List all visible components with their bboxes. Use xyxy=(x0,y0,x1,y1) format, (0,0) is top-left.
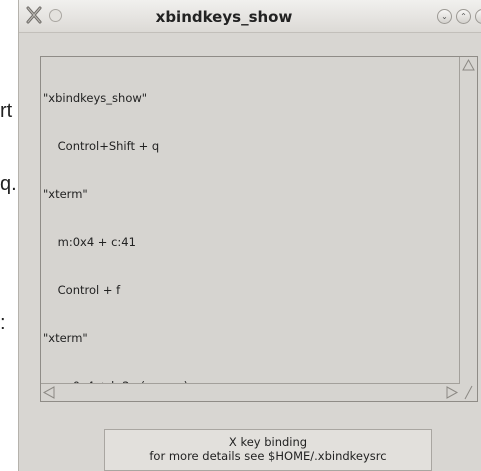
window-title: xbindkeys_show xyxy=(155,8,293,26)
binding-lines: "xbindkeys_show" Control+Shift + q "xter… xyxy=(43,58,188,426)
status-line-details: for more details see $HOME/.xbindkeysrc xyxy=(149,449,387,463)
background-text-fragment: q. xyxy=(0,173,17,195)
background-text-fragment: : xyxy=(0,312,6,334)
status-box: X key binding for more details see $HOME… xyxy=(104,429,432,471)
list-item[interactable]: "xbindkeys_show" xyxy=(43,90,188,106)
title-bar[interactable]: xbindkeys_show ⌄ ⌃ xyxy=(19,0,481,33)
list-item[interactable]: Control + f xyxy=(43,282,188,298)
resize-grip-icon[interactable] xyxy=(460,384,477,401)
scroll-up-arrow-icon[interactable] xyxy=(460,57,477,73)
list-item[interactable]: "xterm" xyxy=(43,330,188,346)
list-item[interactable]: m:0x4 + c:41 xyxy=(43,234,188,250)
status-line-title: X key binding xyxy=(228,435,308,449)
list-item[interactable]: "xterm" xyxy=(43,186,188,202)
scroll-left-arrow-icon[interactable] xyxy=(41,384,57,401)
chevron-down-icon[interactable]: ⌄ xyxy=(437,9,452,24)
xbindkeys-show-window: xbindkeys_show ⌄ ⌃ "xbindkeys_show" Cont… xyxy=(18,0,481,471)
chevron-up-icon[interactable]: ⌃ xyxy=(456,9,471,24)
horizontal-scrollbar[interactable] xyxy=(41,383,460,401)
close-button-icon[interactable] xyxy=(475,9,481,24)
background-text-fragment: rt xyxy=(0,100,13,122)
list-item[interactable]: Control+Shift + q xyxy=(43,138,188,154)
key-binding-list[interactable]: "xbindkeys_show" Control+Shift + q "xter… xyxy=(40,56,478,402)
vertical-scrollbar[interactable] xyxy=(459,57,477,386)
scroll-right-arrow-icon[interactable] xyxy=(444,384,460,401)
